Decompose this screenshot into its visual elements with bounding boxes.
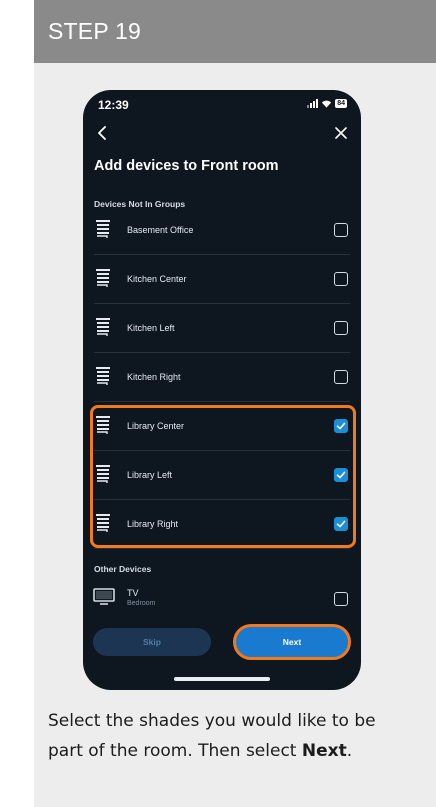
device-name: Kitchen Left [127, 323, 175, 333]
shade-icon [96, 367, 110, 385]
shade-icon [96, 220, 110, 238]
skip-button[interactable]: Skip [93, 628, 211, 656]
home-indicator [174, 677, 270, 681]
battery-icon: 84 [335, 99, 347, 108]
caption-end: . [346, 741, 353, 761]
step-title: STEP 19 [48, 18, 142, 44]
device-name: Basement Office [127, 225, 194, 235]
device-name: Kitchen Center [127, 274, 187, 284]
list-item-device[interactable]: Basement Office [83, 206, 361, 255]
page-title: Add devices to Front room [94, 158, 279, 174]
caption-emphasis: Next [301, 741, 347, 761]
list-item-tv[interactable]: TV Bedroom [83, 578, 361, 622]
shade-icon [96, 318, 110, 336]
device-checkbox[interactable] [334, 370, 348, 384]
next-button[interactable]: Next [233, 624, 351, 660]
list-item-device[interactable]: Kitchen Left [83, 304, 361, 353]
step-caption: Select the shades you would like to be p… [48, 706, 378, 766]
list-item-device[interactable]: Kitchen Right [83, 353, 361, 402]
divider [94, 548, 350, 549]
status-time: 12:39 [98, 98, 129, 112]
status-bar: 12:39 84 [83, 90, 361, 120]
device-name: Kitchen Right [127, 372, 181, 382]
chevron-left-icon[interactable] [94, 124, 112, 142]
device-name: TV [127, 588, 139, 598]
close-icon[interactable] [333, 125, 349, 141]
device-checkbox[interactable] [334, 272, 348, 286]
status-icons: 84 [307, 99, 347, 108]
list-item-device[interactable]: Kitchen Center [83, 255, 361, 304]
device-checkbox[interactable] [334, 321, 348, 335]
device-checkbox[interactable] [334, 592, 348, 606]
selection-highlight [90, 405, 356, 548]
wifi-icon [322, 100, 332, 108]
signal-icon [307, 99, 319, 108]
shade-icon [96, 269, 110, 287]
section-label-other-devices: Other Devices [94, 564, 152, 574]
phone-screen: 12:39 84 Add devices to Front room Devic… [83, 90, 361, 690]
device-room: Bedroom [127, 600, 156, 607]
tv-icon [93, 588, 115, 605]
device-checkbox[interactable] [334, 223, 348, 237]
